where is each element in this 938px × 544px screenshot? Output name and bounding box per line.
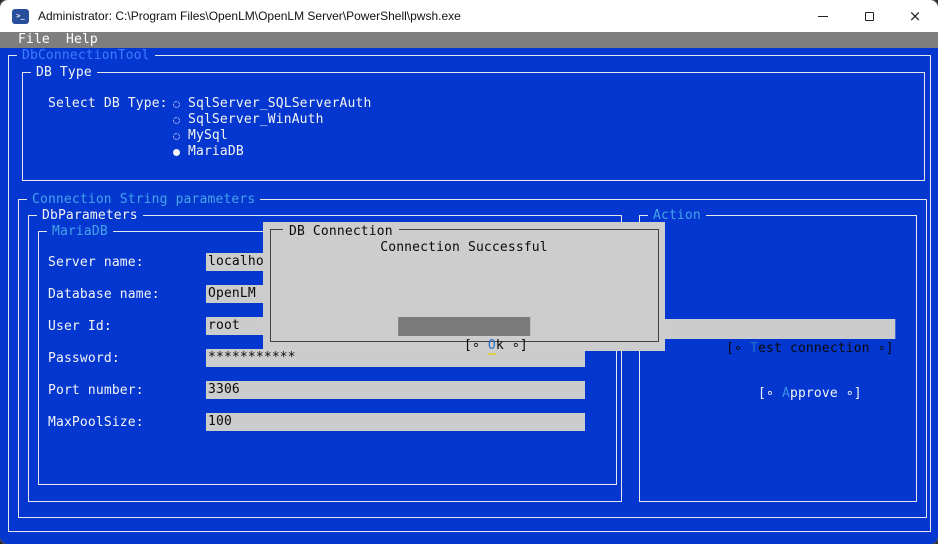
radio-label: SqlServer_SQLServerAuth bbox=[188, 96, 371, 112]
button-hotkey: A bbox=[782, 386, 790, 401]
button-text-open: [∘ bbox=[464, 338, 488, 353]
db-connection-dialog: DB Connection Connection Successful [∘ O… bbox=[263, 222, 665, 351]
frame-title-connection-string: Connection String parameters bbox=[27, 192, 260, 208]
radio-option-1[interactable]: SqlServer_WinAuth bbox=[173, 112, 324, 128]
title-bar: >_ Administrator: C:\Program Files\OpenL… bbox=[0, 0, 938, 32]
window-title: Administrator: C:\Program Files\OpenLM\O… bbox=[38, 9, 800, 23]
frame-db-type: DB Type bbox=[22, 72, 925, 181]
radio-icon bbox=[173, 133, 180, 140]
powershell-icon: >_ bbox=[12, 9, 29, 24]
password-label: Password: bbox=[48, 351, 120, 367]
close-button[interactable]: × bbox=[892, 0, 938, 32]
database-name-label: Database name: bbox=[48, 287, 160, 303]
radio-icon bbox=[173, 101, 180, 108]
minimize-icon bbox=[818, 16, 828, 17]
password-field[interactable]: *********** bbox=[206, 349, 585, 367]
button-text-rest: est connection bbox=[758, 341, 870, 356]
select-db-type-label: Select DB Type: bbox=[48, 96, 168, 112]
dialog-message: Connection Successful bbox=[263, 240, 665, 256]
window-controls: × bbox=[800, 0, 938, 32]
frame-title-db-type: DB Type bbox=[31, 65, 97, 81]
button-text-close: ∘] bbox=[838, 386, 862, 401]
frame-title-dbconnectiontool: DbConnectionTool bbox=[17, 48, 155, 64]
radio-option-2[interactable]: MySql bbox=[173, 128, 228, 144]
maximize-icon bbox=[865, 12, 874, 21]
menu-item-file[interactable]: File bbox=[18, 32, 50, 48]
port-number-label: Port number: bbox=[48, 383, 144, 399]
test-connection-button[interactable]: [∘ Test connection ∘] bbox=[660, 319, 895, 339]
maxpoolsize-field[interactable]: 100 bbox=[206, 413, 585, 431]
menu-item-help[interactable]: Help bbox=[66, 32, 98, 48]
frame-title-mariadb: MariaDB bbox=[47, 224, 113, 240]
button-text-rest: k bbox=[496, 338, 504, 353]
button-text-close: ∘] bbox=[870, 341, 894, 356]
radio-icon bbox=[173, 149, 180, 156]
button-text-close: ∘] bbox=[504, 338, 528, 353]
button-text-rest: pprove bbox=[790, 386, 838, 401]
ok-button[interactable]: [∘ Ok ∘] bbox=[398, 317, 530, 336]
dialog-title: DB Connection bbox=[283, 224, 399, 240]
user-id-label: User Id: bbox=[48, 319, 112, 335]
approve-button[interactable]: [∘ Approve ∘] bbox=[694, 367, 862, 385]
console-area: DbConnectionTool DB Type Select DB Type:… bbox=[0, 48, 938, 544]
button-text-open: [∘ bbox=[758, 386, 782, 401]
radio-icon bbox=[173, 117, 180, 124]
powershell-window: >_ Administrator: C:\Program Files\OpenL… bbox=[0, 0, 938, 544]
radio-option-0[interactable]: SqlServer_SQLServerAuth bbox=[173, 96, 371, 112]
menu-bar: File Help bbox=[0, 32, 938, 48]
port-number-field[interactable]: 3306 bbox=[206, 381, 585, 399]
radio-option-3[interactable]: MariaDB bbox=[173, 144, 244, 160]
maxpoolsize-label: MaxPoolSize: bbox=[48, 415, 144, 431]
radio-label: MySql bbox=[188, 128, 228, 144]
radio-label: SqlServer_WinAuth bbox=[188, 112, 324, 128]
radio-label: MariaDB bbox=[188, 144, 244, 160]
button-hotkey: T bbox=[750, 341, 758, 356]
frame-action: Action [∘ Test connection ∘] [∘ Approve … bbox=[639, 215, 917, 502]
maximize-button[interactable] bbox=[846, 0, 892, 32]
close-icon: × bbox=[909, 9, 922, 24]
server-name-label: Server name: bbox=[48, 255, 144, 271]
button-hotkey: O bbox=[488, 338, 496, 355]
button-text-open: [∘ bbox=[726, 341, 750, 356]
frame-title-dbparameters: DbParameters bbox=[37, 208, 143, 224]
minimize-button[interactable] bbox=[800, 0, 846, 32]
